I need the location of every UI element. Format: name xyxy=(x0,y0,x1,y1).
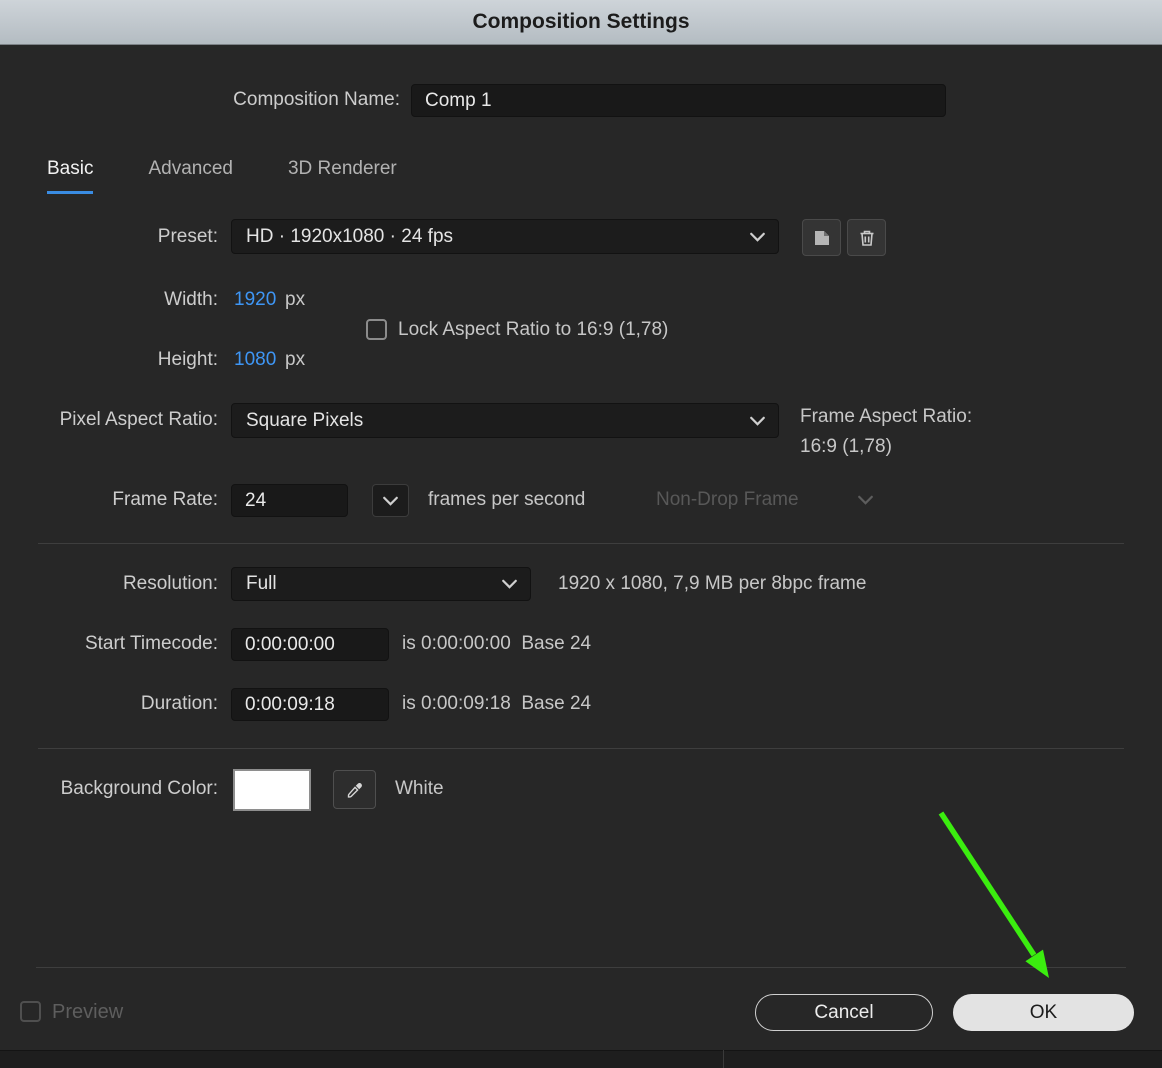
start-timecode-label: Start Timecode: xyxy=(84,633,218,654)
background-color-swatch[interactable] xyxy=(233,769,311,811)
composition-name-label: Composition Name: xyxy=(233,89,400,110)
background-app-strip xyxy=(0,1050,1162,1068)
preview-label: Preview xyxy=(52,1001,124,1023)
chevron-down-icon xyxy=(750,416,765,426)
duration-info: is 0:00:09:18 Base 24 xyxy=(402,693,592,714)
tab-advanced[interactable]: Advanced xyxy=(148,158,233,194)
resolution-dropdown[interactable]: Full xyxy=(231,567,531,601)
dialog-title: Composition Settings xyxy=(472,10,690,33)
resolution-value: Full xyxy=(246,573,277,594)
chevron-down-icon xyxy=(383,496,398,506)
dialog-titlebar[interactable]: Composition Settings xyxy=(0,0,1162,45)
width-label: Width: xyxy=(164,289,218,310)
divider xyxy=(38,543,1124,544)
start-timecode-input[interactable] xyxy=(231,628,389,661)
pixel-aspect-ratio-label: Pixel Aspect Ratio: xyxy=(59,409,218,430)
height-label: Height: xyxy=(157,349,218,370)
lock-aspect-label: Lock Aspect Ratio to 16:9 (1,78) xyxy=(398,319,669,340)
pixel-aspect-ratio-dropdown[interactable]: Square Pixels xyxy=(231,403,779,438)
height-value[interactable]: 1080 xyxy=(234,349,276,371)
height-unit: px xyxy=(285,349,306,370)
resolution-label: Resolution: xyxy=(122,573,218,594)
frame-aspect-ratio-label: Frame Aspect Ratio: xyxy=(800,406,973,427)
frame-rate-label: Frame Rate: xyxy=(112,489,218,510)
lock-aspect-checkbox[interactable] xyxy=(366,319,387,340)
save-preset-button[interactable] xyxy=(802,219,841,256)
width-value[interactable]: 1920 xyxy=(234,289,276,311)
preset-value: HD · 1920x1080 · 24 fps xyxy=(246,225,454,247)
tab-3d-renderer[interactable]: 3D Renderer xyxy=(288,158,397,194)
chevron-down-icon xyxy=(858,495,873,505)
duration-input[interactable] xyxy=(231,688,389,721)
frame-aspect-ratio-value: 16:9 (1,78) xyxy=(800,436,892,457)
frame-rate-preset-dropdown[interactable] xyxy=(372,484,409,517)
frame-rate-suffix: frames per second xyxy=(428,489,586,510)
eyedropper-icon xyxy=(347,782,362,798)
background-color-label: Background Color: xyxy=(60,778,218,799)
preview-checkbox[interactable] xyxy=(20,1001,41,1022)
chevron-down-icon xyxy=(502,579,517,589)
background-color-name: White xyxy=(395,778,444,799)
composition-settings-dialog: Composition Settings Composition Name: B… xyxy=(0,0,1162,1068)
ok-button[interactable]: OK xyxy=(953,994,1134,1031)
delete-preset-button[interactable] xyxy=(847,219,886,256)
divider xyxy=(38,748,1124,749)
tab-basic[interactable]: Basic xyxy=(47,158,94,194)
settings-tabs: Basic Advanced 3D Renderer xyxy=(47,158,397,194)
resolution-info: 1920 x 1080, 7,9 MB per 8bpc frame xyxy=(558,573,867,594)
trash-icon xyxy=(860,230,873,246)
cancel-button[interactable]: Cancel xyxy=(755,994,933,1031)
drop-frame-dropdown: Non-Drop Frame xyxy=(656,489,799,510)
start-timecode-info: is 0:00:00:00 Base 24 xyxy=(402,633,592,654)
composition-name-input[interactable] xyxy=(411,84,946,117)
background-app-divider xyxy=(723,1050,724,1068)
chevron-down-icon xyxy=(750,232,765,242)
eyedropper-button[interactable] xyxy=(333,770,376,809)
save-preset-icon xyxy=(814,230,829,245)
divider xyxy=(36,967,1126,968)
preset-dropdown[interactable]: HD · 1920x1080 · 24 fps xyxy=(231,219,779,254)
width-unit: px xyxy=(285,289,306,310)
pixel-aspect-ratio-value: Square Pixels xyxy=(246,409,364,431)
frame-rate-input[interactable] xyxy=(231,484,348,517)
preset-label: Preset: xyxy=(157,226,218,247)
duration-label: Duration: xyxy=(140,693,218,714)
